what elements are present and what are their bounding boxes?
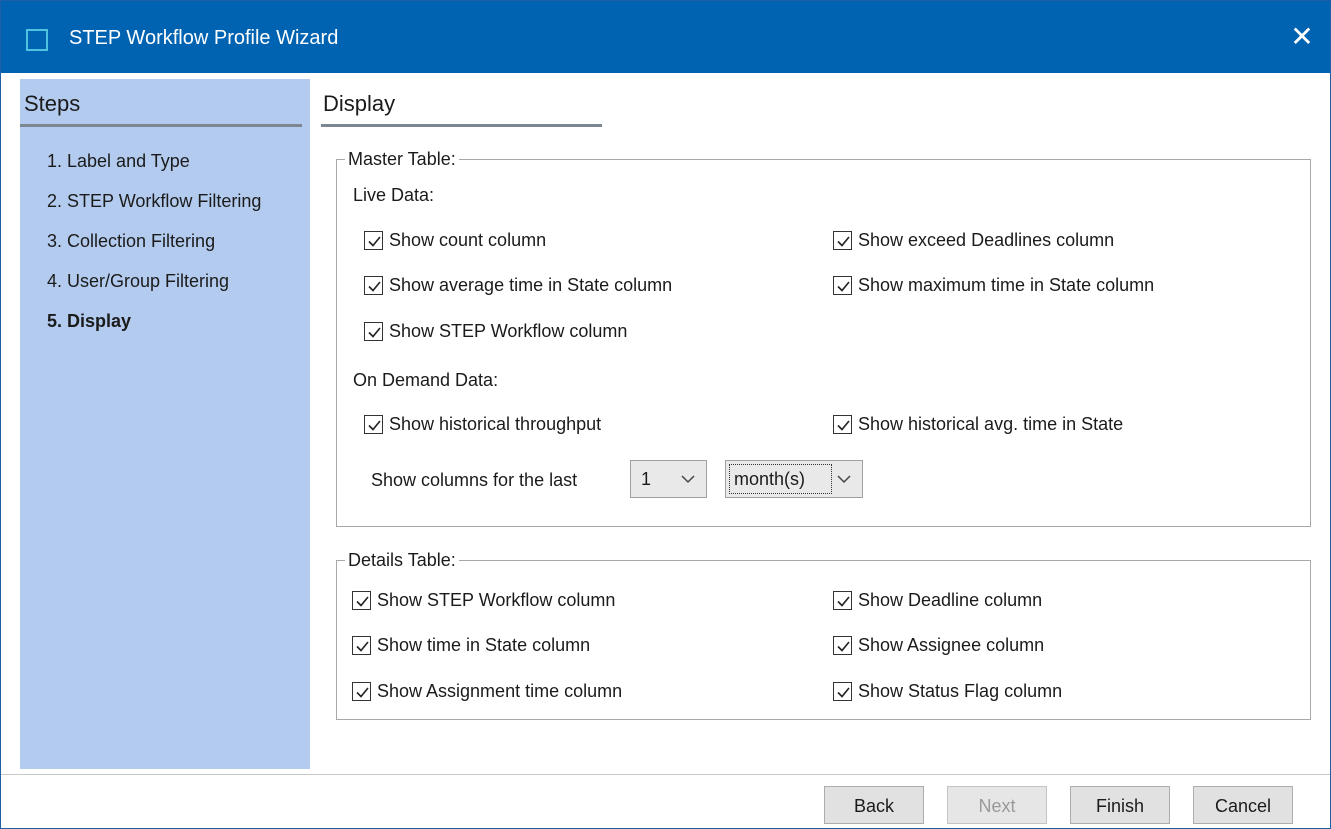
- period-label: Show columns for the last: [371, 470, 578, 490]
- cancel-button[interactable]: Cancel: [1193, 786, 1293, 824]
- checkbox-checked-icon: [364, 414, 383, 434]
- details-show-assignment-time-checkbox[interactable]: Show Assignment time column: [352, 679, 622, 703]
- title-bar: STEP Workflow Profile Wizard ✕: [1, 1, 1330, 73]
- master-table-legend: Master Table:: [348, 149, 456, 169]
- window-title: STEP Workflow Profile Wizard: [69, 27, 339, 49]
- step-item-user-group-filtering[interactable]: 4. User/Group Filtering: [47, 271, 261, 311]
- page-title: Display: [323, 91, 396, 116]
- show-count-checkbox[interactable]: Show count column: [364, 228, 546, 252]
- app-window-icon: [26, 29, 48, 51]
- steps-header-divider: [20, 124, 302, 127]
- period-count-select[interactable]: 1: [630, 460, 707, 498]
- step-item-label-and-type[interactable]: 1. Label and Type: [47, 151, 261, 191]
- show-average-time-label: Show average time in State column: [389, 274, 673, 295]
- period-unit-select[interactable]: month(s): [725, 460, 863, 498]
- details-show-status-flag-label: Show Status Flag column: [858, 680, 1063, 701]
- live-data-label: Live Data:: [353, 185, 435, 205]
- chevron-down-icon: [681, 475, 695, 484]
- details-show-time-in-state-checkbox[interactable]: Show time in State column: [352, 633, 590, 657]
- checkbox-checked-icon: [364, 275, 383, 295]
- checkbox-checked-icon: [833, 635, 852, 655]
- show-workflow-column-label: Show STEP Workflow column: [389, 320, 628, 341]
- show-average-time-checkbox[interactable]: Show average time in State column: [364, 273, 672, 297]
- details-table-legend: Details Table:: [348, 550, 456, 570]
- details-show-assignee-checkbox[interactable]: Show Assignee column: [833, 633, 1044, 657]
- period-count-value: 1: [641, 469, 652, 489]
- on-demand-data-label: On Demand Data:: [353, 370, 499, 390]
- show-exceed-deadlines-checkbox[interactable]: Show exceed Deadlines column: [833, 228, 1114, 252]
- show-count-label: Show count column: [389, 229, 547, 250]
- period-unit-value: month(s): [734, 469, 806, 489]
- checkbox-checked-icon: [833, 414, 852, 434]
- footer-divider: [1, 774, 1330, 775]
- checkbox-checked-icon: [833, 230, 852, 250]
- show-maximum-time-checkbox[interactable]: Show maximum time in State column: [833, 273, 1154, 297]
- show-exceed-deadlines-label: Show exceed Deadlines column: [858, 229, 1115, 250]
- details-show-deadline-checkbox[interactable]: Show Deadline column: [833, 588, 1042, 612]
- wizard-window: STEP Workflow Profile Wizard ✕ Steps 1. …: [0, 0, 1331, 829]
- show-workflow-column-checkbox[interactable]: Show STEP Workflow column: [364, 319, 627, 343]
- checkbox-checked-icon: [364, 321, 383, 341]
- page-title-divider: [321, 124, 602, 127]
- checkbox-checked-icon: [352, 635, 371, 655]
- close-icon[interactable]: ✕: [1284, 19, 1320, 55]
- back-button[interactable]: Back: [824, 786, 924, 824]
- chevron-down-icon: [837, 475, 851, 484]
- details-show-assignment-time-label: Show Assignment time column: [377, 680, 623, 701]
- checkbox-checked-icon: [833, 681, 852, 701]
- checkbox-checked-icon: [364, 230, 383, 250]
- show-historical-throughput-label: Show historical throughput: [389, 413, 602, 434]
- details-show-workflow-label: Show STEP Workflow column: [377, 589, 616, 610]
- checkbox-checked-icon: [352, 681, 371, 701]
- details-show-workflow-checkbox[interactable]: Show STEP Workflow column: [352, 588, 615, 612]
- details-show-assignee-label: Show Assignee column: [858, 634, 1045, 655]
- steps-header: Steps: [24, 91, 81, 116]
- checkbox-checked-icon: [833, 590, 852, 610]
- details-show-time-in-state-label: Show time in State column: [377, 634, 591, 655]
- show-historical-avg-time-checkbox[interactable]: Show historical avg. time in State: [833, 412, 1123, 436]
- steps-panel: Steps 1. Label and Type 2. STEP Workflow…: [20, 79, 310, 769]
- details-show-deadline-label: Show Deadline column: [858, 589, 1043, 610]
- checkbox-checked-icon: [833, 275, 852, 295]
- step-item-display[interactable]: 5. Display: [47, 311, 261, 351]
- show-maximum-time-label: Show maximum time in State column: [858, 274, 1155, 295]
- show-historical-throughput-checkbox[interactable]: Show historical throughput: [364, 412, 601, 436]
- show-historical-avg-time-label: Show historical avg. time in State: [858, 413, 1124, 434]
- finish-button[interactable]: Finish: [1070, 786, 1170, 824]
- checkbox-checked-icon: [352, 590, 371, 610]
- details-show-status-flag-checkbox[interactable]: Show Status Flag column: [833, 679, 1062, 703]
- step-item-workflow-filtering[interactable]: 2. STEP Workflow Filtering: [47, 191, 261, 231]
- step-item-collection-filtering[interactable]: 3. Collection Filtering: [47, 231, 261, 271]
- next-button[interactable]: Next: [947, 786, 1047, 824]
